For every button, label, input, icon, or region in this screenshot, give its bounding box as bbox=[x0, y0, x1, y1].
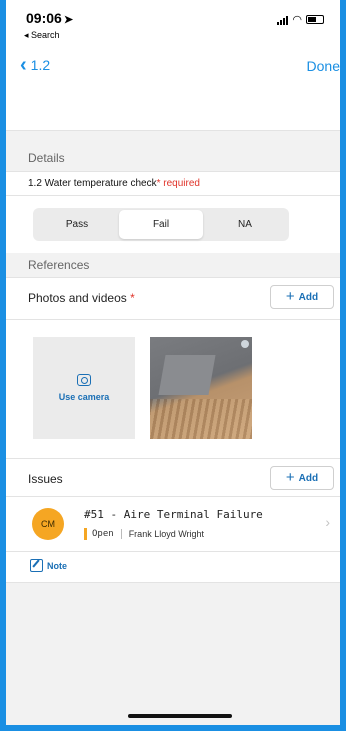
question-text: 1.2 Water temperature check* required bbox=[28, 178, 200, 189]
required-label: * required bbox=[156, 178, 200, 189]
chevron-left-icon: ‹ bbox=[20, 54, 27, 76]
empty-area bbox=[6, 583, 340, 725]
location-arrow-icon: ➤ bbox=[63, 14, 74, 26]
use-camera-label: Use camera bbox=[58, 392, 110, 402]
avatar: CM bbox=[32, 508, 64, 540]
option-na[interactable]: NA bbox=[203, 210, 287, 239]
back-label: 1.2 bbox=[30, 57, 51, 73]
add-photo-label: Add bbox=[298, 291, 319, 303]
screen: 09:06 ➤ ◂ Search ◠ ‹ 1.2 Done Details 1.2… bbox=[6, 0, 340, 725]
divider bbox=[6, 195, 340, 196]
meta-separator bbox=[120, 529, 122, 539]
issue-status: Open bbox=[92, 529, 114, 539]
add-issue-button[interactable]: + Add bbox=[270, 466, 334, 490]
note-edit-icon bbox=[30, 559, 43, 572]
add-issue-label: Add bbox=[298, 472, 319, 484]
divider bbox=[6, 551, 340, 552]
divider bbox=[6, 496, 340, 497]
issues-label: Issues bbox=[28, 472, 63, 486]
laptop-trackpad-graphic bbox=[158, 355, 216, 395]
back-to-app-link[interactable]: ◂ Search bbox=[24, 30, 60, 41]
chevron-right-icon: › bbox=[325, 514, 330, 530]
home-indicator[interactable] bbox=[128, 714, 232, 718]
note-button[interactable]: Note bbox=[30, 559, 67, 572]
status-icons: ◠ bbox=[277, 13, 324, 26]
issue-title: #51 - Aire Terminal Failure bbox=[84, 508, 263, 521]
response-segmented-control: Pass Fail NA bbox=[33, 208, 289, 241]
nav-bar: ‹ 1.2 Done bbox=[6, 48, 340, 88]
option-fail[interactable]: Fail bbox=[119, 210, 203, 239]
signal-icon bbox=[277, 15, 289, 25]
photos-required-mark: * bbox=[126, 291, 135, 305]
note-label: Note bbox=[47, 560, 67, 571]
status-time: 09:06 ➤ bbox=[26, 10, 73, 26]
battery-icon bbox=[306, 15, 324, 24]
use-camera-button[interactable]: Use camera bbox=[33, 337, 135, 439]
plus-icon: + bbox=[285, 288, 295, 305]
photos-label-text: Photos and videos bbox=[28, 291, 127, 305]
divider bbox=[6, 171, 340, 172]
camera-icon bbox=[77, 374, 91, 386]
issue-meta: Open Frank Lloyd Wright bbox=[84, 528, 204, 540]
wood-grain-graphic bbox=[150, 399, 252, 439]
back-button[interactable]: ‹ 1.2 bbox=[20, 54, 51, 76]
wifi-icon: ◠ bbox=[292, 14, 302, 26]
photo-thumbnail[interactable] bbox=[150, 337, 252, 439]
references-label: References bbox=[28, 258, 90, 272]
photos-label: Photos and videos * bbox=[28, 291, 135, 305]
plus-icon: + bbox=[285, 469, 295, 486]
add-photo-button[interactable]: + Add bbox=[270, 285, 334, 309]
status-bar: 09:06 ➤ ◂ Search ◠ bbox=[6, 0, 340, 48]
issue-assignee: Frank Lloyd Wright bbox=[128, 529, 205, 539]
divider bbox=[6, 277, 340, 278]
option-pass[interactable]: Pass bbox=[35, 210, 119, 239]
divider bbox=[6, 319, 340, 320]
time-text: 09:06 bbox=[26, 10, 62, 26]
issue-row[interactable]: CM #51 - Aire Terminal Failure Open Fran… bbox=[6, 500, 340, 550]
question-label: 1.2 Water temperature check bbox=[28, 178, 157, 189]
status-color-bar bbox=[84, 528, 87, 540]
details-label: Details bbox=[28, 151, 65, 165]
photo-badge-icon bbox=[241, 340, 249, 348]
divider bbox=[6, 458, 340, 459]
done-button[interactable]: Done bbox=[307, 58, 340, 74]
